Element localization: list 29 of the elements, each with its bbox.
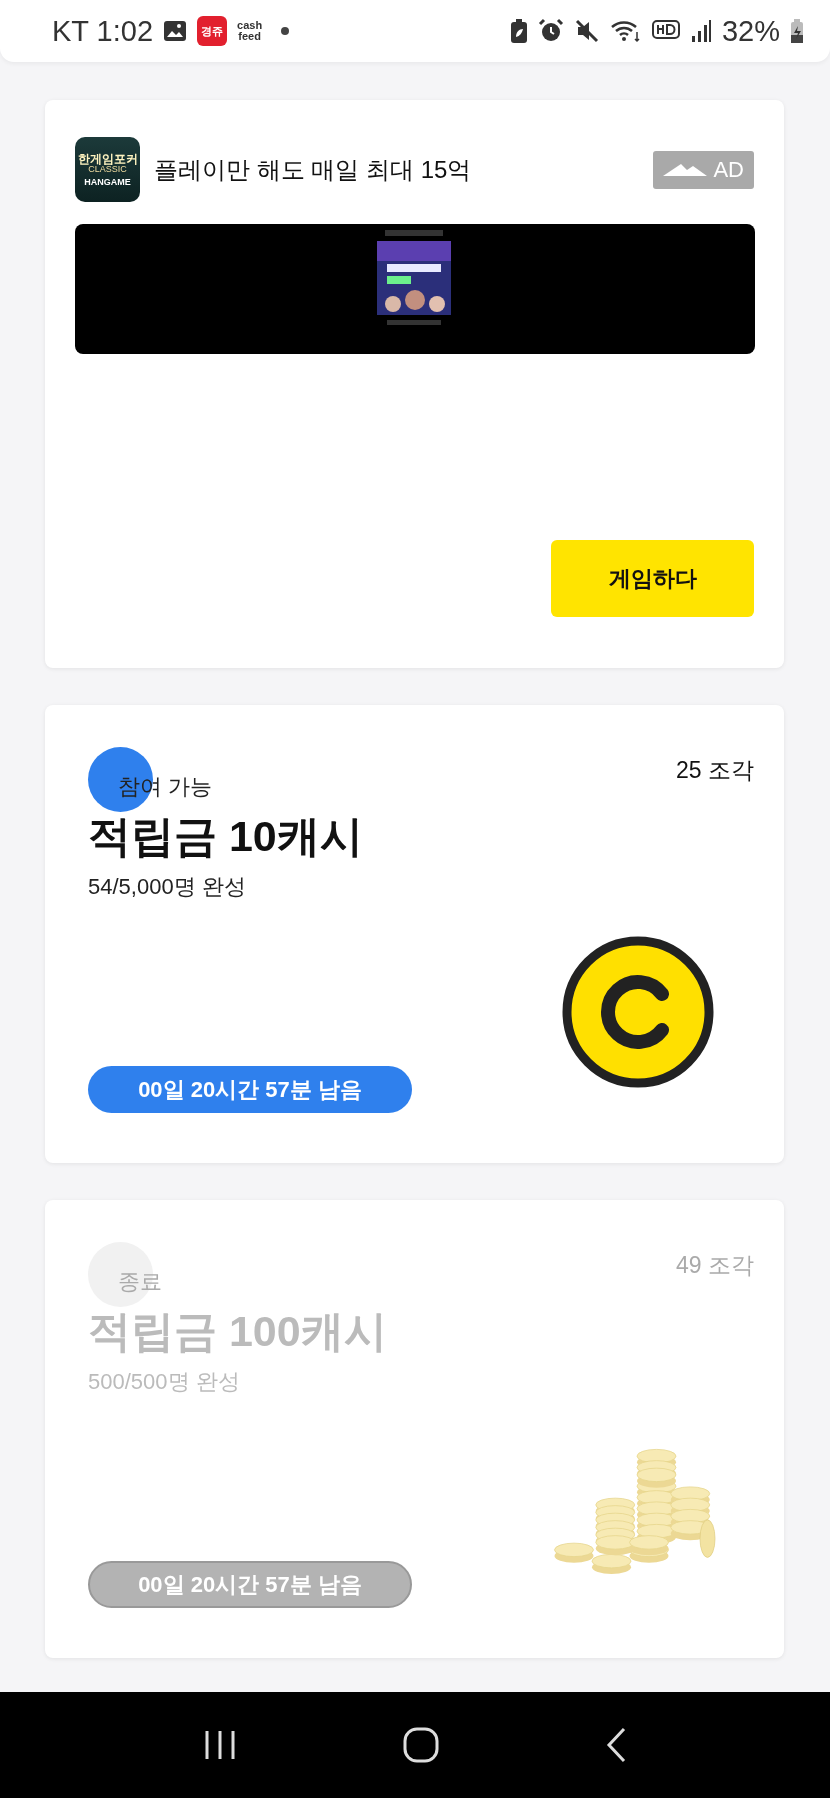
- participant-count: 54/5,000명 완성: [88, 873, 247, 901]
- carrier-time: KT 1:02: [52, 14, 154, 48]
- status-label: 종료: [118, 1269, 162, 1294]
- battery-icon: [790, 18, 804, 44]
- participant-count: 500/500명 완성: [88, 1368, 241, 1396]
- time-remaining: 00일 20시간 57분 남음: [88, 1561, 412, 1608]
- wifi-icon: [609, 18, 642, 44]
- piece-count: 49 조각: [676, 1251, 754, 1280]
- battery-percent: 32%: [721, 14, 780, 48]
- back-icon[interactable]: [605, 1727, 627, 1763]
- ad-title: 플레이만 해도 매일 최대 15억: [154, 154, 473, 185]
- time-remaining: 00일 20시간 57분 남음: [88, 1066, 412, 1113]
- app-badge: 경쥬: [197, 16, 228, 46]
- coin-icon: [562, 936, 714, 1088]
- play-game-button[interactable]: 게임하다: [551, 540, 754, 617]
- battery-saver-icon: [509, 18, 528, 44]
- reward-title: 적립금 100캐시: [88, 1306, 388, 1357]
- recent-apps-icon[interactable]: [203, 1729, 237, 1761]
- mute-icon: [573, 18, 600, 44]
- dot-icon: [280, 26, 291, 36]
- signal-icon: [689, 18, 712, 44]
- piece-count: 25 조각: [676, 756, 754, 785]
- app-label: cash feed: [237, 20, 263, 42]
- reward-title: 적립금 10캐시: [88, 811, 364, 862]
- image-icon: [163, 19, 188, 43]
- alarm-icon: [537, 18, 564, 44]
- ad-badge: AD: [653, 150, 754, 189]
- app-logo: 한게임포커 CLASSIC HANGAME: [75, 137, 140, 202]
- home-icon[interactable]: [403, 1727, 439, 1763]
